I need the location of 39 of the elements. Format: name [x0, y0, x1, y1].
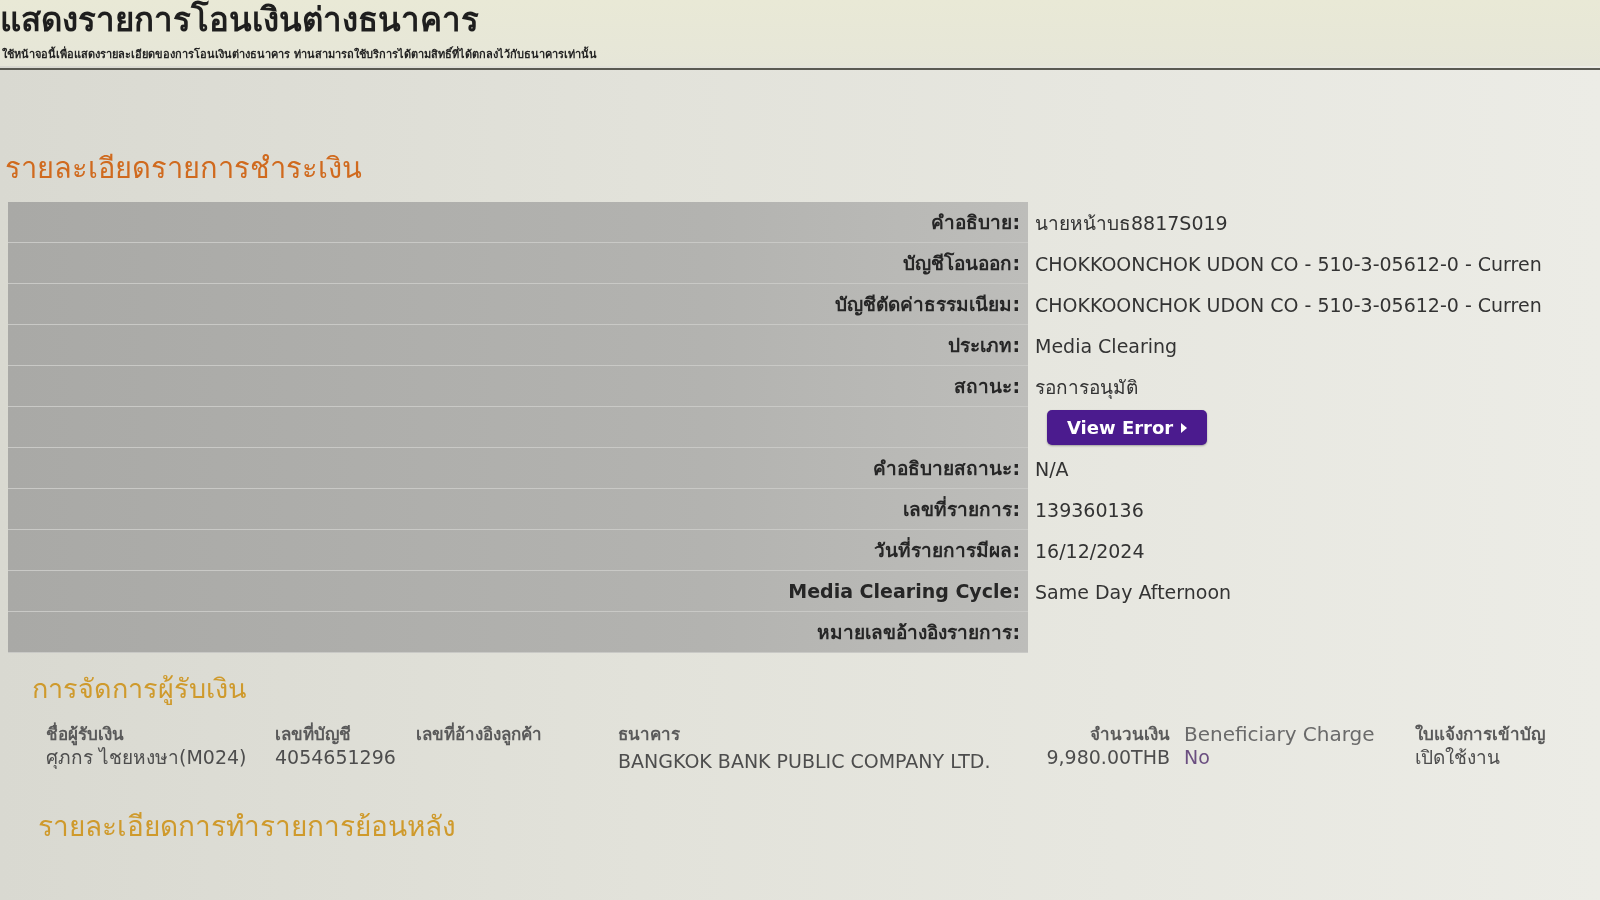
view-error-button[interactable]: View Error — [1047, 410, 1208, 445]
table-cell-text: 4054651296 — [275, 745, 397, 770]
field-value: 16/12/2024 — [1035, 539, 1145, 562]
field-value: Same Day Afternoon — [1035, 580, 1232, 603]
field-value: รอการอนุมัติ — [1035, 374, 1138, 401]
column-header: เลขที่บัญชี — [275, 723, 352, 745]
field-label: คำอธิบาย: — [931, 210, 1020, 235]
column-header: เลขที่อ้างอิงลูกค้า — [416, 723, 543, 745]
field-value: 139360136 — [1035, 498, 1144, 521]
table-cell-text: ศุภกร ไชยหงษา(M024) — [46, 746, 248, 771]
field-label: หมายเลขอ้างอิงรายการ: — [817, 620, 1020, 645]
page-title: แสดงรายการโอนเงินต่างธนาคาร — [0, 0, 480, 40]
field-label: คำอธิบายสถานะ: — [873, 456, 1020, 481]
field-label: Media Clearing Cycle: — [788, 580, 1020, 602]
section-heading: การจัดการผู้รับเงิน — [32, 672, 247, 707]
field-value: CHOKKOONCHOK UDON CO - 510-3-05612-0 - Curren — [1035, 252, 1542, 275]
field-label: เลขที่รายการ: — [903, 495, 1020, 522]
page-description: ใช้หน้าจอนี้เพื่อแสดงรายละเอียดของการโอนเงินต่างธนาคาร ท่านสามารถใช้บริการได้ตามสิทธิ์ที่ได้ตกลงไว้กับธนาคารเท่านั้น — [2, 48, 598, 62]
field-label: วันที่รายการมีผล: — [874, 536, 1020, 563]
field-label: ประเภท: — [948, 333, 1020, 358]
field-value: N/A — [1035, 457, 1069, 480]
column-header: ใบแจ้งการเข้าบัญ — [1415, 723, 1546, 745]
table-cell-text: เปิดใช้งาน — [1415, 745, 1501, 770]
field-value: นายหน้าบธ8817S019 — [1035, 210, 1228, 236]
column-header: Beneficiary Charge — [1183, 723, 1376, 745]
caret-icon — [1181, 422, 1188, 433]
table-cell-text: No — [1183, 745, 1211, 770]
field-value: Media Clearing — [1035, 334, 1178, 357]
column-header: จำนวนเงิน — [1089, 723, 1170, 745]
section-heading: รายละเอียดการทำรายการย้อนหลัง — [38, 809, 457, 845]
field-label: บัญชีโอนออก: — [903, 251, 1020, 277]
section-heading: รายละเอียดรายการชำระเงิน — [5, 150, 363, 187]
field-label: บัญชีตัดค่าธรรมเนียม: — [835, 292, 1020, 318]
table-cell-text: 9,980.00THB — [1045, 745, 1170, 770]
table-cell-text: BANGKOK BANK PUBLIC COMPANY LTD. — [618, 749, 990, 773]
column-header: ธนาคาร — [618, 723, 681, 745]
field-value: CHOKKOONCHOK UDON CO - 510-3-05612-0 - Curren — [1035, 293, 1542, 316]
column-header: ชื่อผู้รับเงิน — [46, 723, 125, 745]
field-label: สถานะ: — [954, 374, 1020, 399]
